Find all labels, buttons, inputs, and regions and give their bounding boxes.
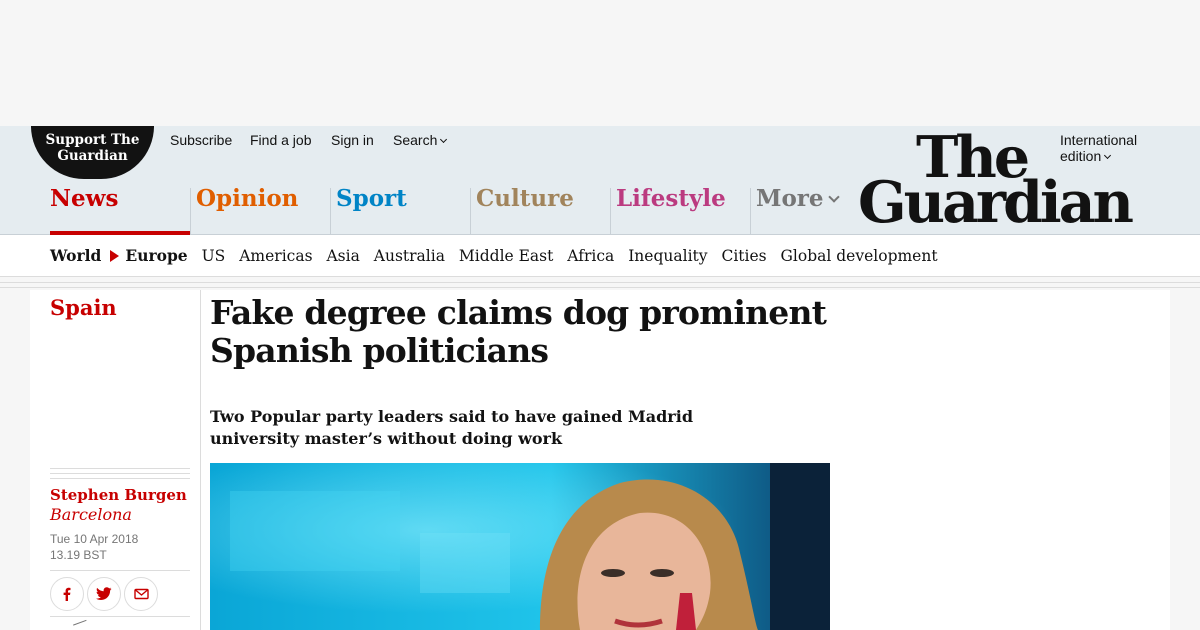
logo-guardian: Guardian — [858, 169, 1134, 236]
subnav-item-europe[interactable]: Europe — [125, 246, 187, 265]
subnav-item-asia[interactable]: Asia — [326, 247, 359, 265]
edition-selector[interactable]: International edition — [1060, 132, 1137, 164]
main-image-illustration — [210, 463, 830, 630]
divider — [50, 570, 190, 571]
subnav-item-africa[interactable]: Africa — [567, 247, 614, 265]
pillar-culture-label: Culture — [476, 185, 574, 212]
article-headline: Fake degree claims dog prominent Spanish… — [210, 293, 827, 370]
share-twitter-button[interactable] — [87, 577, 121, 611]
search-menu-button[interactable]: Search — [393, 132, 448, 148]
pillar-more-label: More — [756, 187, 890, 210]
divider — [50, 468, 190, 484]
sign-in-link[interactable]: Sign in — [331, 132, 374, 148]
author-location: Barcelona — [50, 505, 132, 524]
subnav-item-inequality[interactable]: Inequality — [628, 247, 707, 265]
pillar-news-label: News — [50, 185, 119, 212]
divider — [0, 282, 1200, 283]
pillar-lifestyle[interactable]: Lifestyle — [610, 185, 750, 235]
support-label-line2: Guardian — [57, 148, 128, 164]
share-email-button[interactable] — [124, 577, 158, 611]
publish-date-day: Tue 10 Apr 2018 — [50, 532, 139, 546]
divider — [200, 290, 201, 630]
edition-label-line2: edition — [1060, 148, 1137, 164]
pillar-more[interactable]: More — [750, 187, 890, 235]
subnav-item-americas[interactable]: Americas — [239, 247, 312, 265]
pillar-opinion[interactable]: Opinion — [190, 185, 330, 235]
pillar-lifestyle-label: Lifestyle — [616, 185, 726, 212]
subnav-item-australia[interactable]: Australia — [374, 247, 445, 265]
publish-date: Tue 10 Apr 2018 13.19 BST — [50, 531, 138, 563]
divider — [0, 287, 1200, 288]
triangle-right-icon — [110, 250, 120, 262]
find-job-link[interactable]: Find a job — [250, 132, 311, 148]
ad-slot — [0, 0, 1200, 126]
article-standfirst: Two Popular party leaders said to have g… — [210, 407, 693, 448]
search-label: Search — [393, 132, 438, 148]
pillar-sport-label: Sport — [336, 185, 407, 212]
edition-label-line1: International — [1060, 132, 1138, 148]
chevron-down-icon — [440, 135, 448, 144]
subscribe-link[interactable]: Subscribe — [170, 132, 232, 148]
share-facebook-button[interactable] — [50, 577, 84, 611]
subnav-items: World Europe US Americas Asia Australia M… — [50, 246, 947, 265]
subnav-item-us[interactable]: US — [202, 247, 226, 265]
divider — [50, 616, 190, 617]
twitter-icon — [96, 587, 112, 600]
subnav-item-cities[interactable]: Cities — [721, 247, 766, 265]
section-label-spain[interactable]: Spain — [50, 295, 117, 320]
pillar-culture[interactable]: Culture — [470, 185, 610, 235]
article-main-image — [210, 463, 830, 630]
chevron-down-icon — [1104, 151, 1112, 160]
publish-date-time: 13.19 BST — [50, 548, 107, 562]
subnav-item-global-development[interactable]: Global development — [781, 247, 938, 265]
facebook-icon — [63, 587, 71, 601]
support-label-line1: Support The — [45, 132, 140, 148]
pillar-news[interactable]: News — [50, 185, 190, 235]
subnav-item-middle-east[interactable]: Middle East — [459, 247, 553, 265]
author-link[interactable]: Stephen Burgen — [50, 486, 187, 504]
email-icon — [133, 588, 149, 600]
pillar-opinion-label: Opinion — [196, 185, 299, 212]
subnav-item-world[interactable]: World — [50, 246, 101, 265]
chevron-down-icon — [827, 191, 840, 203]
pillar-sport[interactable]: Sport — [330, 185, 470, 235]
